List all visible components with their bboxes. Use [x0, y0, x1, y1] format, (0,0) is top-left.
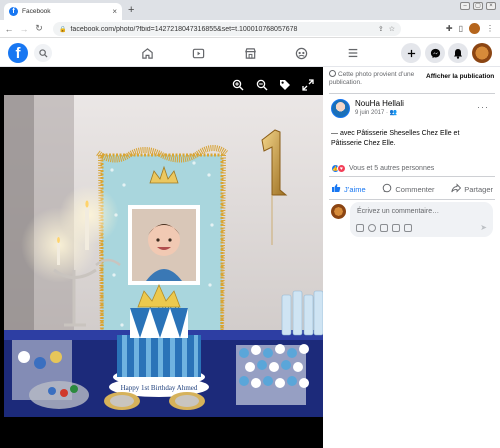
globe-icon [329, 70, 336, 77]
tab-close-icon[interactable]: × [112, 7, 117, 16]
new-tab-button[interactable]: + [128, 4, 134, 16]
comment-input[interactable]: Écrivez un commentaire… ➤ [350, 202, 493, 237]
post-date[interactable]: 9 juin 2017 · 👥 [355, 109, 397, 116]
tag-icon[interactable] [279, 78, 291, 90]
share-button[interactable]: Partager [451, 183, 493, 195]
create-plus-icon[interactable] [401, 43, 421, 63]
reactions-text: Vous et 5 autres personnes [349, 165, 435, 172]
love-reaction-icon: ♥ [337, 164, 346, 173]
birthday-photo-image: L rince un [4, 95, 323, 417]
post-caption: — avec Pâtisserie Sheselles Chez Elle et… [331, 130, 460, 147]
comment-bubble-icon [382, 183, 392, 195]
gif-icon[interactable] [392, 224, 400, 232]
home-icon[interactable] [140, 46, 154, 60]
forward-arrow-icon[interactable]: → [18, 24, 30, 34]
photo-source-notice-text: Cette photo provient d’une publication. [329, 71, 415, 86]
back-arrow-icon[interactable]: ← [3, 24, 15, 34]
facebook-favicon-icon: f [9, 7, 18, 16]
facebook-logo-icon[interactable]: f [8, 43, 28, 63]
comment-label: Commenter [395, 184, 435, 194]
avatar-sticker-icon[interactable] [356, 224, 364, 232]
camera-icon[interactable] [380, 224, 388, 232]
send-icon[interactable]: ➤ [480, 223, 487, 232]
like-label: J’aime [344, 184, 366, 194]
more-options-icon[interactable]: ··· [477, 102, 489, 112]
reactions-summary[interactable]: 👍 ♥ Vous et 5 autres personnes [331, 164, 434, 173]
browser-menu-icon[interactable]: ⋮ [486, 24, 494, 33]
search-icon[interactable] [34, 44, 52, 62]
minimize-button[interactable]: – [460, 2, 470, 10]
photo-source-notice: Cette photo provient d’une publication. [329, 70, 421, 87]
address-toolbar: ← → ↻ 🔒 facebook.com/photo/?fbid=1427218… [0, 20, 500, 38]
lock-icon[interactable]: 🔒 [59, 26, 66, 33]
share-arrow-icon [451, 183, 462, 195]
reload-icon[interactable]: ↻ [33, 23, 45, 34]
watch-icon[interactable] [191, 46, 205, 60]
marketplace-icon[interactable] [243, 46, 257, 60]
tab-strip: f Facebook × + – ▢ × [0, 0, 500, 20]
close-window-button[interactable]: × [486, 2, 496, 10]
account-avatar-icon[interactable] [472, 43, 492, 63]
author-name[interactable]: NouHa Hellali [355, 99, 404, 108]
bookmark-star-icon[interactable]: ☆ [389, 25, 395, 33]
author-avatar[interactable] [331, 99, 350, 118]
post-side-panel: Cette photo provient d’une publication. … [323, 67, 500, 448]
emoji-icon[interactable] [368, 224, 376, 232]
comment-button[interactable]: Commenter [382, 183, 435, 195]
messenger-icon[interactable] [425, 43, 445, 63]
url-bar[interactable]: 🔒 facebook.com/photo/?fbid=1427218047316… [53, 22, 401, 36]
post-actions: J’aime Commenter Partager [331, 181, 493, 197]
show-post-link[interactable]: Afficher la publication [426, 73, 494, 80]
window-controls: – ▢ × [460, 2, 496, 10]
like-button[interactable]: J’aime [331, 183, 366, 195]
sidepanel-icon[interactable]: ▯ [459, 24, 463, 33]
notifications-bell-icon[interactable] [448, 43, 468, 63]
birthday-photo: L rince un [4, 95, 323, 417]
tab-facebook[interactable]: f Facebook × [4, 3, 122, 20]
url-text: facebook.com/photo/?fbid=142721804731685… [70, 25, 298, 33]
restore-button[interactable]: ▢ [473, 2, 483, 10]
divider [329, 93, 495, 94]
facebook-top-nav: f [0, 39, 500, 67]
post-date-text: 9 juin 2017 · [355, 110, 390, 116]
commenter-avatar[interactable] [331, 204, 346, 219]
menu-icon[interactable] [346, 46, 360, 60]
browser-window: f Facebook × + – ▢ × ← → ↻ 🔒 facebook.co… [0, 0, 500, 448]
divider [329, 199, 495, 200]
tab-title: Facebook [22, 8, 51, 15]
sticker-icon[interactable] [404, 224, 412, 232]
fullscreen-icon[interactable] [302, 78, 314, 91]
thumbs-up-icon [331, 183, 341, 195]
photo-viewer: L rince un [0, 67, 323, 448]
friends-audience-icon: 👥 [389, 110, 398, 116]
comment-placeholder: Écrivez un commentaire… [357, 208, 440, 215]
zoom-out-icon[interactable] [256, 78, 268, 91]
cake-board-text: Happy 1st Birthday Ahmed [121, 384, 198, 392]
divider [329, 176, 495, 177]
comment-tools [356, 224, 412, 232]
extensions-puzzle-icon[interactable]: ✚ [446, 24, 453, 33]
profile-avatar-icon[interactable] [469, 23, 480, 34]
groups-icon[interactable] [294, 46, 308, 60]
share-page-icon[interactable]: ⇪ [378, 25, 384, 33]
extension-area: ✚ ▯ ⋮ [446, 23, 494, 34]
zoom-in-icon[interactable] [232, 78, 244, 91]
share-label: Partager [464, 184, 493, 194]
